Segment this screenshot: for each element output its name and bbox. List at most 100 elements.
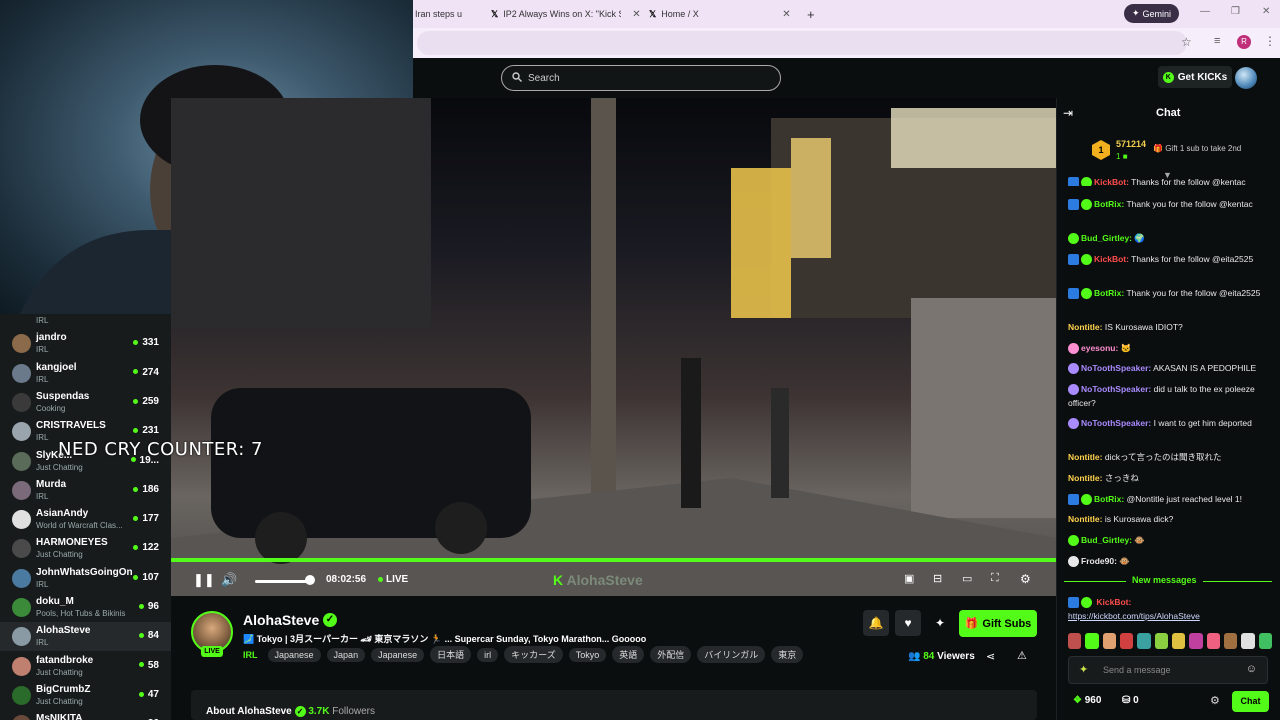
points-balance[interactable]: ⛁ 0 [1122, 695, 1139, 706]
window-close-icon[interactable]: ✕ [1262, 6, 1270, 17]
chat-username[interactable]: Nontitle: [1068, 473, 1102, 483]
stream-tag[interactable]: Japanese [267, 647, 321, 662]
collapse-chat-icon[interactable]: ⇥ [1063, 106, 1073, 120]
report-warning-icon[interactable]: ⚠ [1017, 649, 1027, 662]
emote-icon[interactable] [1085, 633, 1099, 649]
chat-link[interactable]: https://kickbot.com/tips/AlohaSteve [1068, 611, 1200, 621]
get-kicks-button[interactable]: K Get KICKs [1158, 66, 1232, 88]
sidebar-channel-partial[interactable]: IRL [0, 314, 171, 329]
chat-username[interactable]: Nontitle: [1068, 452, 1102, 462]
streamer-name[interactable]: AlohaSteve [243, 612, 319, 628]
sparkle-button[interactable]: ✦ [927, 610, 953, 636]
category-link[interactable]: IRL [243, 650, 262, 660]
chat-username[interactable]: eyesonu: [1081, 343, 1118, 353]
sidebar-channel-jandro[interactable]: jandro IRL 331 [0, 329, 171, 358]
bookmark-star-icon[interactable]: ☆ [1181, 35, 1192, 49]
chat-username[interactable]: BotRix: [1094, 288, 1124, 298]
emote-icon[interactable] [1137, 633, 1151, 649]
notification-bell-button[interactable]: 🔔 [863, 610, 889, 636]
url-field[interactable] [417, 31, 1187, 55]
miniplayer-icon[interactable]: ▣ [904, 572, 914, 585]
emote-icon[interactable] [1258, 633, 1272, 649]
gift-prompt[interactable]: 🎁 Gift 1 sub to take 2nd [1153, 144, 1241, 153]
clip-icon[interactable]: ⊟ [933, 572, 942, 585]
search-input[interactable]: Search [501, 65, 781, 91]
sidebar-channel-asianandy[interactable]: AsianAndy World of Warcraft Clas... 177 [0, 505, 171, 534]
chat-username[interactable]: KickBot: [1094, 177, 1129, 187]
reading-list-icon[interactable]: ≡ [1214, 35, 1220, 47]
chat-username[interactable]: BotRix: [1094, 199, 1124, 209]
fullscreen-icon[interactable]: ⛶ [991, 572, 999, 585]
emote-icon[interactable] [1223, 633, 1238, 649]
chat-username[interactable]: NoToothSpeaker: [1081, 418, 1151, 428]
chat-username[interactable]: BotRix: [1094, 494, 1124, 504]
chat-username[interactable]: NoToothSpeaker: [1081, 384, 1151, 394]
chat-username[interactable]: Frode90: [1081, 556, 1117, 566]
user-avatar[interactable] [1235, 67, 1257, 89]
channel-name: Murda [36, 478, 66, 490]
sidebar-channel-doku-m[interactable]: doku_M Pools, Hot Tubs & Bikinis 96 [0, 593, 171, 622]
emote-icon[interactable] [1206, 633, 1220, 649]
stream-tag[interactable]: 英語 [612, 646, 645, 663]
sidebar-channel-fatandbroke[interactable]: fatandbroke Just Chatting 58 [0, 652, 171, 681]
stream-tag[interactable]: 日本語 [430, 646, 472, 663]
stream-tag[interactable]: 外配信 [650, 646, 692, 663]
sidebar-channel-msnikita[interactable]: MsNIKITA36 [0, 710, 171, 720]
sidebar-channel-suspendas[interactable]: Suspendas Cooking 259 [0, 388, 171, 417]
video-player[interactable] [171, 98, 1056, 596]
emote-icon[interactable] [1189, 633, 1203, 649]
emote-icon[interactable] [1154, 633, 1168, 649]
new-tab-button[interactable]: + [807, 3, 821, 25]
emote-icon[interactable] [1241, 633, 1255, 649]
close-tab-icon[interactable]: ✕ [632, 9, 640, 20]
minimize-icon[interactable]: — [1200, 6, 1210, 17]
theater-mode-icon[interactable]: ▭ [962, 572, 972, 585]
new-messages-label[interactable]: New messages [1126, 575, 1203, 585]
progress-bar[interactable] [171, 558, 1056, 562]
browser-tab[interactable]: 𝕏 IP2 Always Wins on X: "Kick Stre ✕ [491, 3, 641, 25]
kicks-balance[interactable]: ❖ 960 [1073, 695, 1101, 706]
chat-input[interactable]: ✦ Send a message ☺ [1068, 656, 1268, 684]
stream-tag[interactable]: Japanese [371, 647, 425, 662]
browser-tab[interactable]: Iran steps u [415, 3, 475, 25]
profile-avatar[interactable]: R [1237, 35, 1251, 49]
stream-tag[interactable]: 東京 [771, 646, 804, 663]
chat-username[interactable]: NoToothSpeaker: [1081, 363, 1151, 373]
share-icon[interactable]: ⋖ [986, 650, 995, 663]
sidebar-channel-alohasteve[interactable]: AlohaSteve IRL 84 [0, 622, 171, 652]
emote-icon[interactable] [1068, 633, 1082, 649]
browser-menu-icon[interactable]: ⋮ [1264, 34, 1276, 48]
emote-icon[interactable] [1119, 633, 1134, 649]
emoji-picker-icon[interactable]: ☺ [1246, 663, 1257, 675]
emote-icon[interactable] [1102, 633, 1116, 649]
gift-subs-button[interactable]: 🎁 Gift Subs [959, 610, 1037, 637]
sidebar-channel-johnwhatsgoingon[interactable]: JohnWhatsGoingOn IRL 107 [0, 564, 171, 593]
close-tab-icon[interactable]: ✕ [782, 9, 790, 20]
sidebar-channel-harmoneyes[interactable]: HARMONEYES Just Chatting 122 [0, 534, 171, 563]
follow-heart-button[interactable]: ♥ [895, 610, 921, 636]
restore-icon[interactable]: ❐ [1231, 6, 1240, 17]
sidebar-channel-bigcrumbz[interactable]: BigCrumbZ Just Chatting 47 [0, 681, 171, 710]
sidebar-channel-kangjoel[interactable]: kangjoel IRL 274 [0, 359, 171, 388]
gemini-button[interactable]: ✦ Gemini [1124, 4, 1179, 23]
sidebar-channel-murda[interactable]: Murda IRL 186 [0, 476, 171, 505]
stream-tag[interactable]: Tokyo [568, 647, 607, 662]
stream-tag[interactable]: Japan [326, 647, 366, 662]
volume-icon[interactable]: 🔊 [221, 572, 237, 588]
pause-icon[interactable]: ❚❚ [193, 572, 215, 588]
stream-tag[interactable]: キッカーズ [504, 646, 563, 663]
emote-icon[interactable] [1171, 633, 1186, 649]
chat-username[interactable]: Nontitle: [1068, 322, 1102, 332]
chat-settings-icon[interactable]: ⚙ [1210, 694, 1220, 707]
browser-tab[interactable]: 𝕏 Home / X ✕ [649, 3, 799, 25]
chat-username[interactable]: KickBot: [1094, 254, 1129, 264]
settings-gear-icon[interactable]: ⚙ [1020, 572, 1031, 586]
chat-username[interactable]: Bud_Girtley: [1081, 233, 1132, 243]
chat-send-button[interactable]: Chat [1232, 691, 1269, 712]
volume-handle[interactable] [305, 575, 315, 585]
stream-tag[interactable]: irl [477, 647, 499, 662]
chat-username[interactable]: Bud_Girtley: [1081, 535, 1132, 545]
chat-username[interactable]: KickBot: [1096, 597, 1131, 607]
chat-username[interactable]: Nontitle: [1068, 514, 1102, 524]
stream-tag[interactable]: バイリンガル [697, 646, 766, 663]
